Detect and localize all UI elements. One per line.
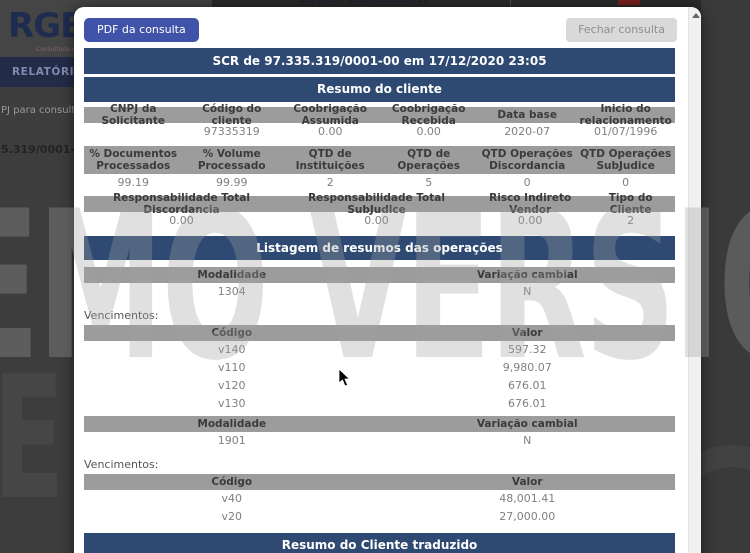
cell-value: 5 [425, 175, 433, 189]
vencimentos-table-header: Código Valor [84, 474, 675, 490]
vencimentos-label: Vencimentos: [84, 309, 159, 322]
col-header: Responsabilidade Total Discordancia [113, 191, 250, 216]
screen: RGB Consultoria e Tecnologia Servidor: B… [0, 0, 750, 553]
modal-content: PDF da consulta Fechar consulta SCR de 9… [84, 7, 677, 553]
cell-value: 99.99 [215, 175, 248, 189]
section-resumo-traduzido: Resumo do Cliente traduzido [84, 533, 675, 553]
resp-table-header: Responsabilidade Total Discordancia Resp… [84, 192, 675, 216]
cell-value: v140 [217, 342, 246, 356]
col-header: Modalidade [197, 268, 267, 281]
cell-value: 01/07/1996 [593, 125, 658, 139]
vencimento-row: v20 27,000.00 [84, 508, 675, 526]
col-header: Código do cliente [202, 102, 262, 127]
vencimento-row: v40 48,001.41 [84, 490, 675, 508]
col-header: Código [211, 475, 253, 488]
cell-value: v120 [217, 378, 246, 392]
col-header: Valor [511, 475, 543, 488]
col-header: Valor [511, 326, 543, 339]
cell-value: v110 [217, 360, 246, 374]
cell-value: 27,000.00 [499, 509, 556, 523]
cell-value: 676.01 [508, 396, 547, 410]
resp-table-row: 0.00 0.00 0.00 2 [84, 212, 675, 230]
col-header: Coobrigação Recebida [391, 102, 466, 127]
col-header: Coobrigação Assumida [293, 102, 367, 127]
col-header: % Documentos Processados [89, 147, 178, 172]
vencimento-row: v130 676.01 [84, 395, 675, 413]
section-resumo-cliente: Resumo do cliente [84, 77, 675, 102]
col-header: % Volume Processado [197, 147, 266, 172]
modal-toolbar: PDF da consulta Fechar consulta [84, 18, 677, 42]
stats-table-header: % Documentos Processados % Volume Proces… [84, 146, 675, 174]
col-header: Tipo do Cliente [608, 191, 653, 216]
cell-value: 0.00 [364, 213, 389, 227]
cell-value: 0.00 [317, 125, 343, 139]
cell-value: 2 [326, 175, 334, 189]
cell-value: 0.00 [416, 125, 441, 139]
col-header: Data base [497, 108, 557, 121]
cell-value: 597.32 [508, 342, 547, 356]
cell-value: 97335319 [203, 125, 260, 139]
col-header: CNPJ da Solicitante [101, 102, 165, 127]
cell-value: 676.01 [508, 378, 547, 392]
modalidade-table-row: 1304 N [84, 283, 675, 301]
cell-value: N [523, 433, 532, 447]
cell-value: 99.19 [117, 175, 149, 189]
stats-table-row: 99.19 99.99 2 5 0 0 [84, 174, 675, 192]
col-header: QTD Operações SubJudice [580, 147, 672, 172]
modal-title-bar: SCR de 97.335.319/0001-00 em 17/12/2020 … [84, 48, 675, 74]
pdf-consulta-button[interactable]: PDF da consulta [84, 18, 199, 42]
cell-value: 9,980.07 [502, 360, 552, 374]
col-header: Modalidade [197, 417, 267, 430]
vencimentos-label: Vencimentos: [84, 458, 159, 471]
col-header: Risco Indireto Vendor [489, 191, 572, 216]
scr-consulta-modal: PDF da consulta Fechar consulta SCR de 9… [74, 7, 701, 553]
col-header: Variação cambial [476, 417, 578, 430]
vencimento-row: v120 676.01 [84, 377, 675, 395]
vencimento-row: v140 597.32 [84, 341, 675, 359]
vencimento-row: v110 9,980.07 [84, 359, 675, 377]
cell-value: v20 [221, 509, 242, 523]
modalidade-table-header: Modalidade Variação cambial [84, 416, 675, 432]
cell-value: 0 [622, 175, 630, 189]
cell-value: 0.00 [169, 213, 194, 227]
col-header: Código [211, 326, 253, 339]
cell-value: 1901 [217, 433, 246, 447]
cell-value: 1304 [217, 284, 246, 298]
modalidade-table-row: 1901 N [84, 432, 675, 450]
modal-scrollbar[interactable] [688, 7, 701, 553]
cell-value: 2 [627, 213, 635, 227]
cell-value: v130 [217, 396, 246, 410]
cell-value: 0 [523, 175, 531, 189]
cnpj-consulta-label: PJ para consulta [1, 105, 82, 116]
modalidade-table-header: Modalidade Variação cambial [84, 267, 675, 283]
client-table-header: CNPJ da Solicitante Código do cliente Co… [84, 103, 675, 127]
col-header: QTD de Operações [397, 147, 461, 172]
fechar-consulta-button[interactable]: Fechar consulta [566, 18, 677, 42]
cell-value: 0.00 [517, 213, 543, 227]
overlay-right [701, 0, 750, 553]
server-label: Servidor: BCBADBCB2019 [300, 0, 429, 5]
vencimentos-table-header: Código Valor [84, 325, 675, 341]
cell-value: v40 [221, 491, 242, 505]
cell-value: N [523, 284, 532, 298]
col-header: Responsabilidade Total SubJudice [308, 191, 445, 216]
col-header: QTD Operações Discordancia [481, 147, 573, 172]
col-header: Inicio do relacionamento [579, 102, 672, 127]
logout-button-fragment [618, 0, 640, 5]
col-header: Variação cambial [476, 268, 578, 281]
section-listagem-operacoes: Listagem de resumos das operações [84, 236, 675, 260]
cell-value: 48,001.41 [499, 491, 556, 505]
cell-value: 2020-07 [504, 125, 551, 139]
col-header: QTD de Instituições [295, 147, 365, 172]
scroll-up-icon[interactable] [692, 13, 700, 18]
